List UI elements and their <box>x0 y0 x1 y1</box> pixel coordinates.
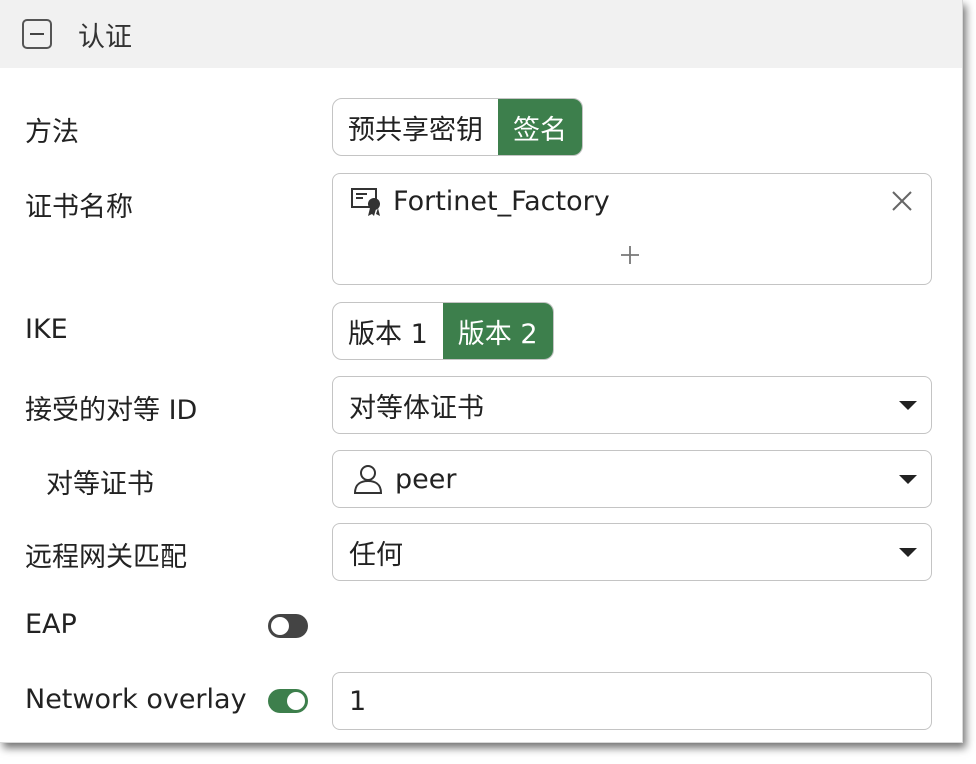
method-segmented-control: 预共享密钥 签名 <box>332 98 583 156</box>
peer-cert-value: peer <box>395 463 457 495</box>
chevron-down-icon <box>899 400 917 410</box>
method-option-signature[interactable]: 签名 <box>498 99 582 155</box>
method-label: 方法 <box>25 117 79 148</box>
ike-option-v2[interactable]: 版本 2 <box>442 303 553 359</box>
eap-label: EAP <box>25 609 77 640</box>
remote-gw-match-label: 远程网关匹配 <box>25 542 187 573</box>
network-overlay-id-input[interactable] <box>332 672 932 730</box>
remote-gw-match-select[interactable]: 任何 <box>332 523 932 581</box>
chevron-down-icon <box>899 474 917 484</box>
accept-peer-id-value: 对等体证书 <box>349 392 484 424</box>
eap-toggle[interactable] <box>268 614 308 638</box>
user-icon <box>353 465 383 494</box>
certificate-chip: Fortinet_Factory <box>351 186 610 217</box>
accept-peer-id-label: 接受的对等 ID <box>25 395 198 426</box>
peer-cert-select[interactable]: peer <box>332 450 932 508</box>
collapse-minus-icon[interactable] <box>22 19 52 49</box>
certificate-name: Fortinet_Factory <box>393 186 610 217</box>
certificate-icon <box>351 187 380 216</box>
certificate-label: 证书名称 <box>25 192 133 223</box>
chevron-down-icon <box>899 547 917 557</box>
ike-label: IKE <box>25 314 68 345</box>
section-header: 认证 <box>0 0 962 68</box>
network-overlay-label: Network overlay <box>25 684 247 715</box>
ike-segmented-control: 版本 1 版本 2 <box>332 302 554 360</box>
add-certificate-icon[interactable] <box>619 244 641 266</box>
ike-option-v1[interactable]: 版本 1 <box>333 303 443 359</box>
remote-gw-match-value: 任何 <box>349 539 403 571</box>
peer-cert-label: 对等证书 <box>46 469 154 500</box>
network-overlay-toggle[interactable] <box>268 689 308 713</box>
certificate-field: Fortinet_Factory <box>332 173 932 285</box>
remove-certificate-icon[interactable] <box>891 190 913 212</box>
authentication-panel: 认证 方法 预共享密钥 签名 证书名称 Fortinet_Factory IKE… <box>0 0 963 743</box>
accept-peer-id-select[interactable]: 对等体证书 <box>332 376 932 434</box>
method-option-psk[interactable]: 预共享密钥 <box>333 99 498 155</box>
section-title: 认证 <box>78 21 132 53</box>
